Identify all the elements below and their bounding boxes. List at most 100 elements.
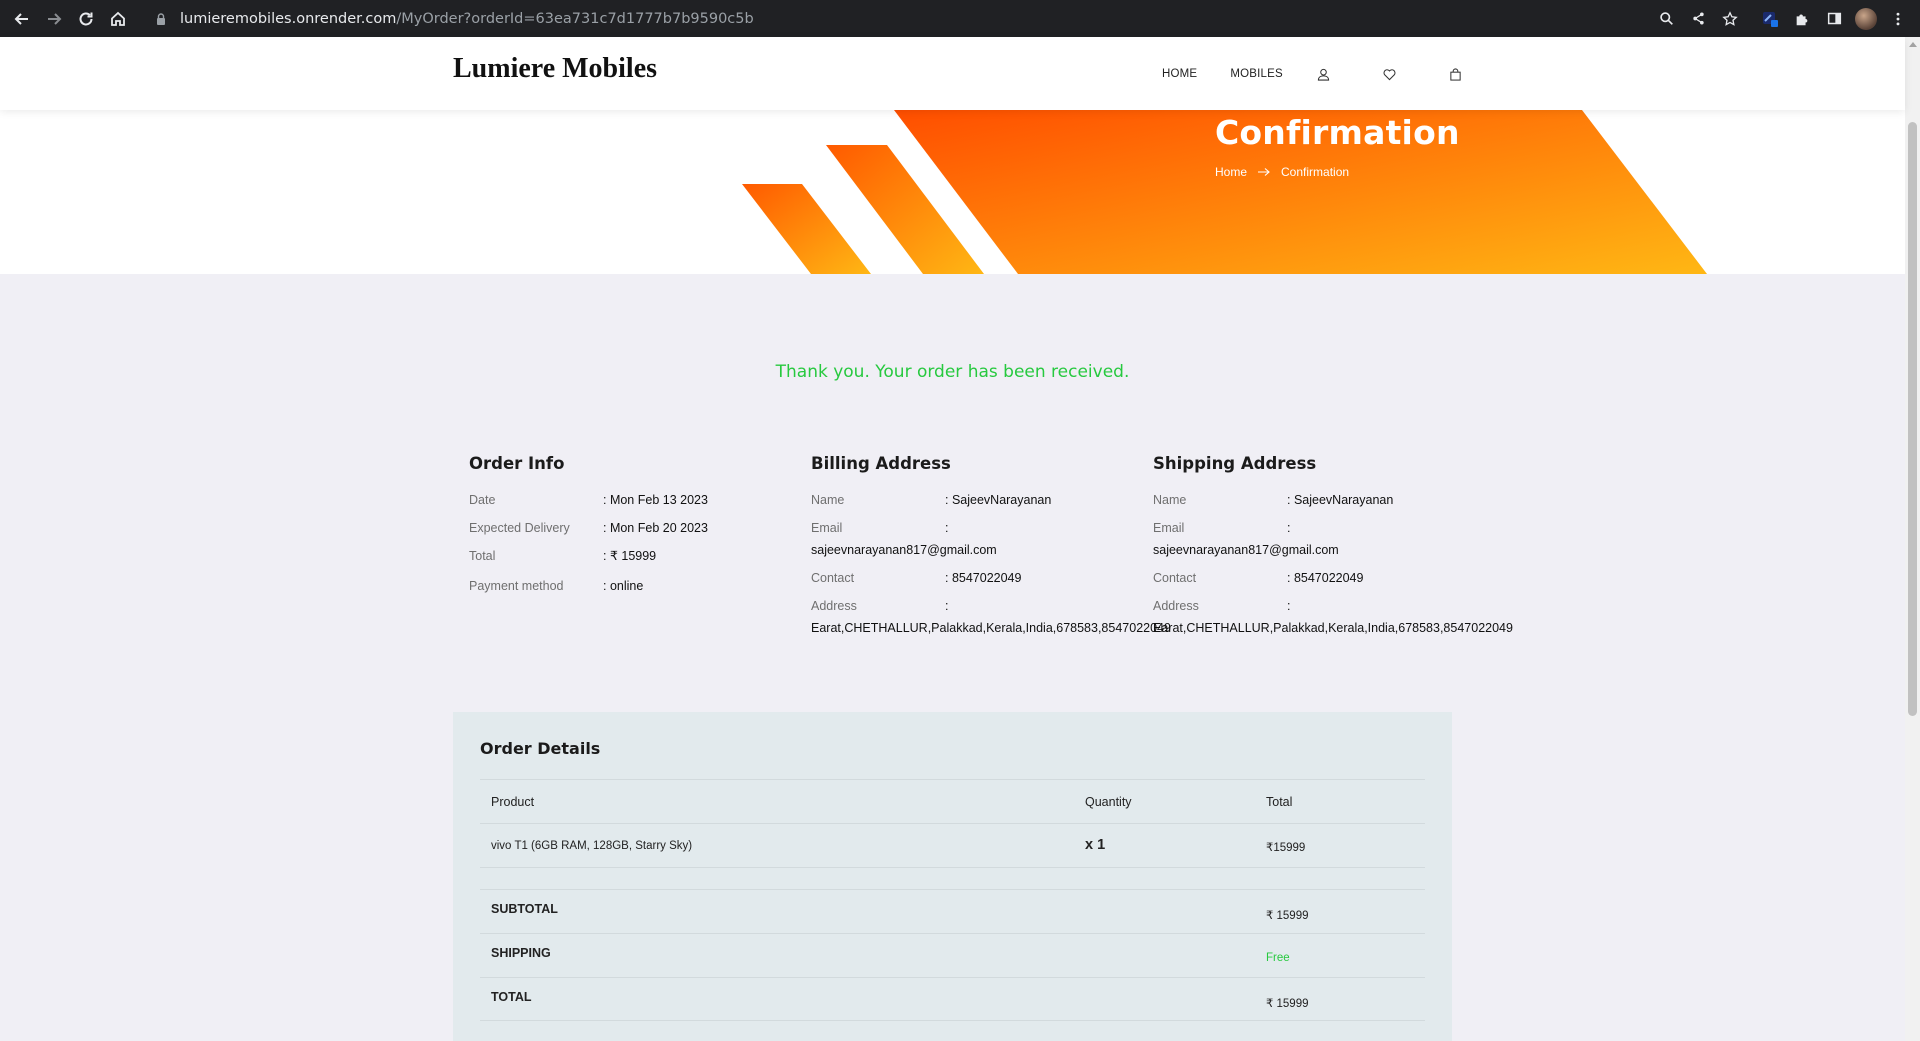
arrow-right-icon [1258, 168, 1270, 176]
heart-icon[interactable] [1383, 67, 1397, 81]
billing-address-section: Billing Address Name: SajeevNarayanan Em… [811, 454, 1171, 649]
forward-button[interactable] [38, 0, 70, 37]
order-info-row: Expected Delivery : Mon Feb 20 2023 [469, 521, 814, 536]
table-divider [480, 867, 1425, 889]
extension-badge-icon [1763, 11, 1778, 27]
address-colon: : [1287, 599, 1291, 613]
reload-icon [79, 12, 93, 25]
info-value: : online [603, 579, 644, 593]
address-colon: : [945, 599, 949, 613]
info-label: Expected Delivery [469, 521, 570, 535]
billing-name-row: Name : SajeevNarayanan [811, 493, 1156, 508]
total-label: TOTAL [491, 990, 532, 1004]
billing-contact-row: Contact : 8547022049 [811, 571, 1156, 586]
info-value: : Mon Feb 20 2023 [603, 521, 708, 535]
shipping-address-row: Address: Earat,CHETHALLUR,Palakkad,Kerala… [1153, 599, 1513, 636]
lock-icon [157, 12, 165, 25]
email-colon: : [1287, 521, 1291, 535]
breadcrumb-current: Confirmation [1281, 165, 1350, 179]
name-label: Name [811, 493, 845, 507]
url-host: lumieremobiles.onrender.com [180, 10, 397, 27]
info-label: Payment method [469, 579, 564, 593]
page-scrollbar[interactable] [1905, 37, 1920, 1041]
info-value: : ₹ 15999 [603, 549, 657, 563]
contact-label: Contact [1153, 571, 1197, 585]
name-value: : SajeevNarayanan [945, 493, 1052, 507]
shipping-name-row: Name : SajeevNarayanan [1153, 493, 1498, 508]
order-info-section: Order Info Date : Mon Feb 13 2023 Expecte… [469, 454, 814, 607]
subtotal-value: ₹ 15999 [1266, 910, 1309, 922]
contact-label: Contact [811, 571, 855, 585]
total-row: TOTAL ₹ 15999 [480, 977, 1425, 1021]
nav-home-link[interactable]: HOME [1162, 68, 1197, 80]
shipping-address-section: Shipping Address Name: SajeevNarayanan E… [1153, 454, 1513, 649]
order-info-row: Payment method : online [469, 579, 814, 594]
page-title: Confirmation [1215, 113, 1460, 152]
back-arrow-icon [14, 12, 28, 25]
share-icon [1692, 12, 1704, 25]
product-total: ₹15999 [1266, 842, 1306, 854]
order-info-title: Order Info [469, 454, 565, 473]
shipping-label: SHIPPING [491, 946, 551, 960]
hero-banner: Confirmation Home Confirmation [0, 110, 1905, 274]
email-label: Email [1153, 521, 1185, 535]
shopping-bag-icon[interactable] [1449, 67, 1463, 81]
subtotal-label: SUBTOTAL [491, 902, 558, 916]
breadcrumb-home-link[interactable]: Home [1215, 165, 1247, 179]
address-label: Address [811, 599, 857, 613]
contact-value: : 8547022049 [945, 571, 1022, 585]
table-header-row: Product Quantity Total [480, 779, 1425, 823]
table-row: vivo T1 (6GB RAM, 128GB, Starry Sky) x 1… [480, 823, 1425, 867]
forward-arrow-icon [48, 12, 62, 25]
email-label: Email [811, 521, 843, 535]
billing-email-row: Email: sajeevnarayanan817@gmail.com [811, 521, 1156, 558]
subtotal-row: SUBTOTAL ₹ 15999 [480, 889, 1425, 933]
profile-button[interactable] [1850, 0, 1882, 37]
order-received-message: Thank you. Your order has been received. [775, 362, 1130, 382]
scrollbar-thumb[interactable] [1908, 122, 1917, 716]
star-icon [1722, 10, 1738, 26]
site-header: Lumiere Mobiles HOME MOBILES [0, 37, 1905, 110]
total-column-header: Total [1266, 795, 1293, 809]
reload-button[interactable] [70, 0, 102, 37]
contact-value: : 8547022049 [1287, 571, 1364, 585]
order-info-row: Date : Mon Feb 13 2023 [469, 493, 814, 508]
address-label: Address [1153, 599, 1199, 613]
order-details-title: Order Details [480, 739, 601, 758]
billing-address-row: Address: Earat,CHETHALLUR,Palakkad,Kerala… [811, 599, 1171, 636]
name-label: Name [1153, 493, 1187, 507]
home-button[interactable] [102, 0, 134, 37]
shipping-value: Free [1266, 952, 1290, 964]
info-label: Date [469, 493, 496, 507]
address-bar[interactable]: lumieremobiles.onrender.com/MyOrder?orde… [154, 5, 754, 33]
side-panel-button[interactable] [1818, 0, 1850, 37]
main-menu: HOME MOBILES [1162, 67, 1463, 81]
name-value: : SajeevNarayanan [1287, 493, 1394, 507]
site-logo[interactable]: Lumiere Mobiles [453, 53, 657, 85]
extensions-button[interactable] [1786, 0, 1818, 37]
shipping-email-row: Email: sajeevnarayanan817@gmail.com [1153, 521, 1498, 558]
extension-button[interactable] [1754, 0, 1786, 37]
shipping-contact-row: Contact : 8547022049 [1153, 571, 1498, 586]
browser-menu-button[interactable] [1882, 0, 1914, 37]
user-icon[interactable] [1317, 67, 1331, 81]
shipping-row: SHIPPING Free [480, 933, 1425, 977]
scroll-up-arrow-icon[interactable] [1909, 42, 1917, 47]
product-column-header: Product [491, 795, 535, 809]
product-name: vivo T1 (6GB RAM, 128GB, Starry Sky) [491, 840, 693, 852]
order-info-row: Total: ₹ 15999 [469, 549, 814, 564]
bookmark-button[interactable] [1714, 0, 1746, 37]
email-value: sajeevnarayanan817@gmail.com [1153, 543, 1339, 557]
kebab-menu-icon [1896, 12, 1900, 25]
url-path: /MyOrder?orderId=63ea731c7d1777b7b9590c5… [396, 10, 754, 27]
order-details-panel: Order Details Product Quantity Total viv… [453, 712, 1452, 1041]
back-button[interactable] [6, 0, 38, 37]
zoom-button[interactable] [1650, 0, 1682, 37]
nav-mobiles-link[interactable]: MOBILES [1230, 68, 1283, 80]
info-value: : Mon Feb 13 2023 [603, 493, 708, 507]
quantity-column-header: Quantity [1085, 795, 1132, 809]
breadcrumb: Home Confirmation [1215, 165, 1349, 179]
order-details-table: Product Quantity Total vivo T1 (6GB RAM,… [480, 779, 1425, 1021]
share-button[interactable] [1682, 0, 1714, 37]
home-icon [111, 11, 125, 26]
